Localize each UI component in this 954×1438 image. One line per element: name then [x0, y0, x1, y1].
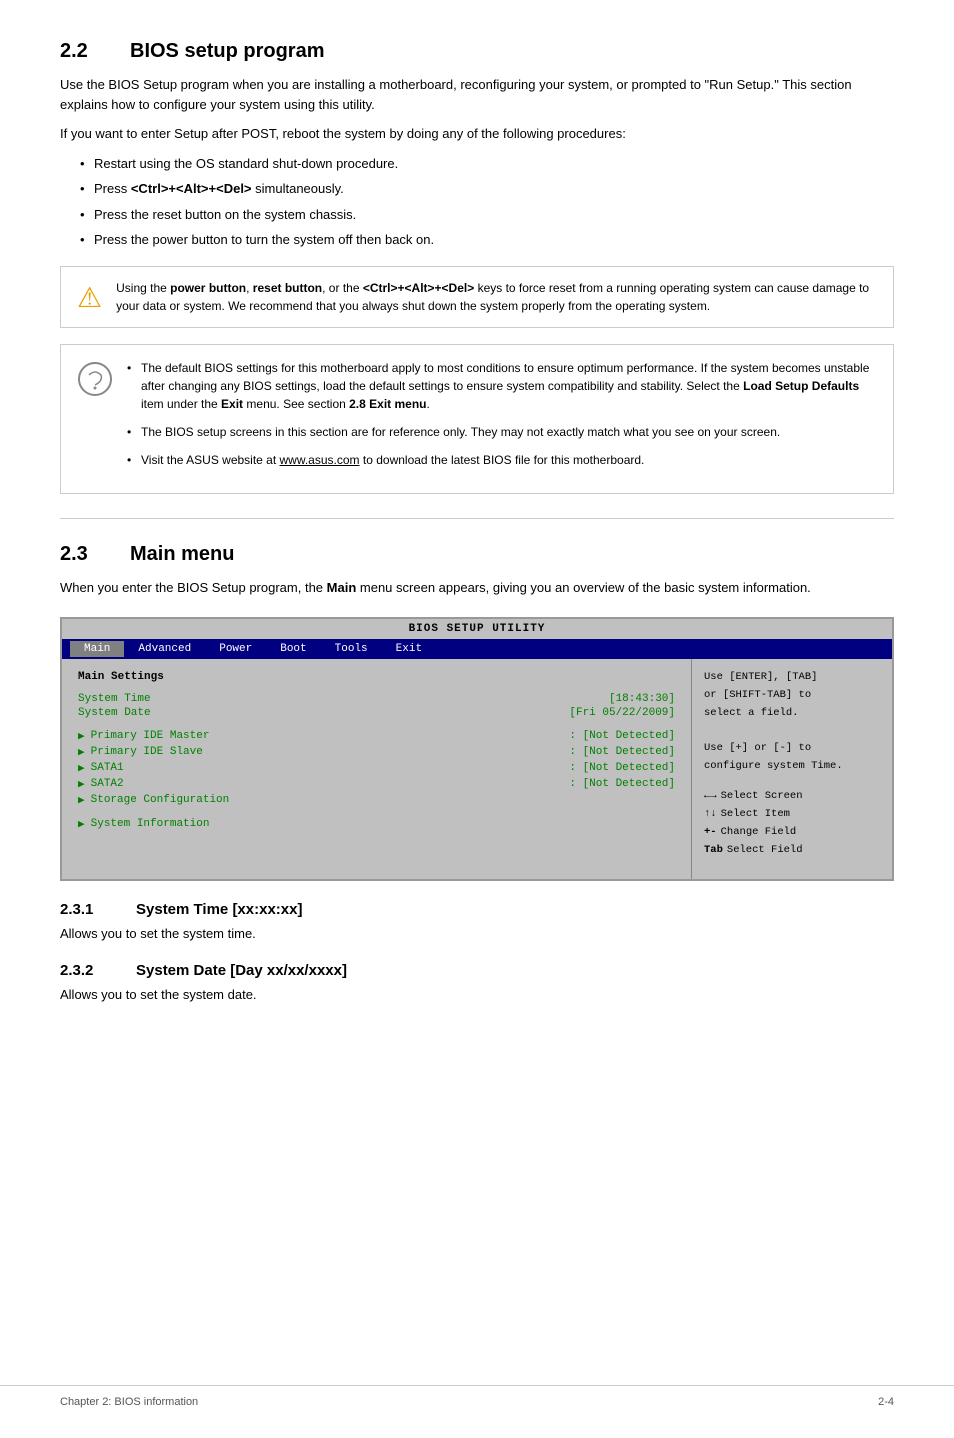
bios-key-tab-label: Select Field	[727, 842, 803, 860]
bullet-2: Press <Ctrl>+<Alt>+<Del> simultaneously.	[80, 179, 894, 199]
bios-menu-power[interactable]: Power	[205, 641, 266, 657]
section-23-intro: When you enter the BIOS Setup program, t…	[60, 578, 894, 598]
bios-key-screen: ←→ Select Screen	[704, 788, 880, 806]
section-232-title: System Date [Day xx/xx/xxxx]	[136, 962, 347, 979]
section-231-heading: 2.3.1 System Time [xx:xx:xx]	[60, 901, 894, 918]
section-22-intro2: If you want to enter Setup after POST, r…	[60, 124, 894, 144]
bios-system-date-label: System Date	[78, 707, 151, 719]
note-2: The BIOS setup screens in this section a…	[127, 423, 877, 441]
bios-system-date-value: [Fri 05/22/2009]	[569, 707, 675, 719]
bios-ide-master-value: : [Not Detected]	[569, 730, 675, 742]
bullet-1: Restart using the OS standard shut-down …	[80, 154, 894, 174]
bios-menu-boot[interactable]: Boot	[266, 641, 320, 657]
bios-ide-slave-value: : [Not Detected]	[569, 746, 675, 758]
bullet-4: Press the power button to turn the syste…	[80, 230, 894, 250]
warning-text: Using the power button, reset button, or…	[116, 279, 877, 315]
bios-section-label: Main Settings	[78, 671, 675, 683]
bullet-3: Press the reset button on the system cha…	[80, 205, 894, 225]
footer-right: 2-4	[878, 1396, 894, 1408]
page-footer: Chapter 2: BIOS information 2-4	[0, 1385, 954, 1418]
section-23-number: 2.3	[60, 543, 110, 566]
bios-body: Main Settings System Time [18:43:30] Sys…	[62, 659, 892, 879]
bios-sata1-label: SATA1	[91, 762, 124, 774]
bios-key-legend: ←→ Select Screen ↑↓ Select Item +- Chang…	[704, 788, 880, 859]
bios-key-screen-label: Select Screen	[721, 788, 803, 806]
section-232-heading: 2.3.2 System Date [Day xx/xx/xxxx]	[60, 962, 894, 979]
section-22-intro1: Use the BIOS Setup program when you are …	[60, 75, 894, 114]
bios-sata2-label: SATA2	[91, 778, 124, 790]
bios-storage-config-label: Storage Configuration	[91, 794, 230, 806]
bios-menu-tools[interactable]: Tools	[321, 641, 382, 657]
bios-system-info-label: System Information	[91, 818, 210, 830]
bios-storage-config-row: ▶ Storage Configuration	[78, 793, 675, 807]
bios-right-panel: Use [ENTER], [TAB] or [SHIFT-TAB] to sel…	[692, 659, 892, 879]
bios-sata2-value: : [Not Detected]	[569, 778, 675, 790]
bios-menubar: Main Advanced Power Boot Tools Exit	[62, 639, 892, 659]
section-232-desc: Allows you to set the system date.	[60, 985, 894, 1005]
bios-ide-master-label: Primary IDE Master	[91, 730, 210, 742]
bios-menu-exit[interactable]: Exit	[382, 641, 436, 657]
bios-key-field: +- Change Field	[704, 824, 880, 842]
bios-sata1-value: : [Not Detected]	[569, 762, 675, 774]
bios-sata1-row: ▶ SATA1 : [Not Detected]	[78, 761, 675, 775]
bios-screenshot: BIOS SETUP UTILITY Main Advanced Power B…	[60, 617, 894, 881]
note-box: The default BIOS settings for this mothe…	[60, 344, 894, 494]
asus-link[interactable]: www.asus.com	[280, 453, 360, 467]
note-3: Visit the ASUS website at www.asus.com t…	[127, 451, 877, 469]
section-22-number: 2.2	[60, 40, 110, 63]
bios-key-field-label: Change Field	[721, 824, 797, 842]
bios-sata2-row: ▶ SATA2 : [Not Detected]	[78, 777, 675, 791]
bios-menu-main[interactable]: Main	[70, 641, 124, 657]
bios-ide-master-row: ▶ Primary IDE Master : [Not Detected]	[78, 729, 675, 743]
note-icon	[77, 361, 113, 404]
section-22: 2.2 BIOS setup program Use the BIOS Setu…	[60, 40, 894, 494]
bios-key-tab: Tab Select Field	[704, 842, 880, 860]
section-231-title: System Time [xx:xx:xx]	[136, 901, 302, 918]
section-23: 2.3 Main menu When you enter the BIOS Se…	[60, 543, 894, 1005]
bios-ide-slave-row: ▶ Primary IDE Slave : [Not Detected]	[78, 745, 675, 759]
section-231-number: 2.3.1	[60, 901, 120, 918]
bios-help-text1: Use [ENTER], [TAB] or [SHIFT-TAB] to sel…	[704, 669, 880, 776]
section-23-title: Main menu	[130, 543, 234, 566]
bios-system-time-value: [18:43:30]	[609, 693, 675, 705]
section-divider	[60, 518, 894, 519]
section-22-bullets: Restart using the OS standard shut-down …	[80, 154, 894, 250]
section-22-title: BIOS setup program	[130, 40, 324, 63]
warning-icon: ⚠	[77, 281, 102, 314]
bios-left-panel: Main Settings System Time [18:43:30] Sys…	[62, 659, 692, 879]
bios-system-info-row: ▶ System Information	[78, 817, 675, 831]
bios-key-item-label: Select Item	[721, 806, 790, 824]
warning-box: ⚠ Using the power button, reset button, …	[60, 266, 894, 328]
section-232-number: 2.3.2	[60, 962, 120, 979]
bios-title: BIOS SETUP UTILITY	[62, 619, 892, 639]
bios-menu-advanced[interactable]: Advanced	[124, 641, 205, 657]
footer-left: Chapter 2: BIOS information	[60, 1396, 198, 1408]
bios-system-time-label: System Time	[78, 693, 151, 705]
bios-system-date-row: System Date [Fri 05/22/2009]	[78, 707, 675, 719]
note-content: The default BIOS settings for this mothe…	[127, 359, 877, 479]
bios-system-time-row: System Time [18:43:30]	[78, 693, 675, 705]
section-231-desc: Allows you to set the system time.	[60, 924, 894, 944]
note-1: The default BIOS settings for this mothe…	[127, 359, 877, 413]
bios-key-item: ↑↓ Select Item	[704, 806, 880, 824]
bios-ide-slave-label: Primary IDE Slave	[91, 746, 203, 758]
